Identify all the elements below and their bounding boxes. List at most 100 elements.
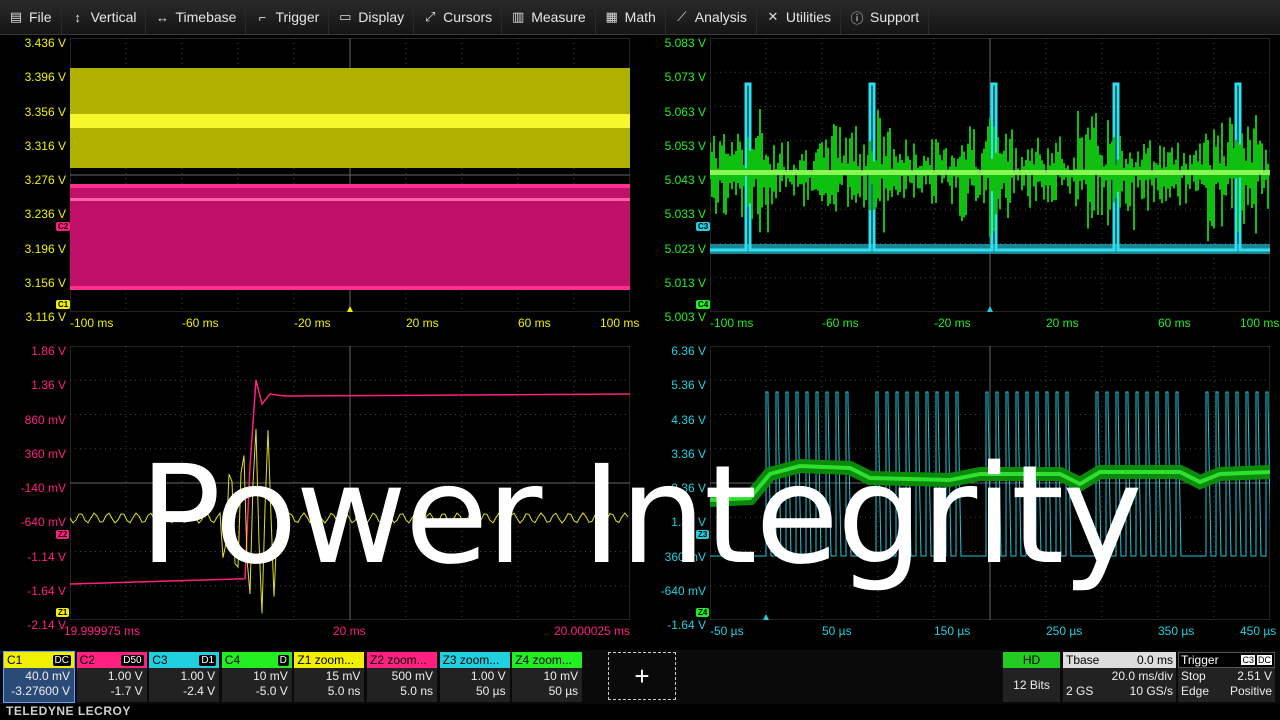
channel-descriptor-5[interactable]: Z1 zoom... 15 mV 5.0 ns bbox=[294, 652, 365, 702]
channel-offset-marker[interactable]: Z1 bbox=[56, 608, 70, 617]
y-axis-label: 5.083 V bbox=[664, 36, 706, 50]
hd-value: 12 Bits bbox=[1003, 668, 1060, 702]
channel-offset-marker[interactable]: Z2 bbox=[56, 530, 70, 539]
channel-descriptor-2[interactable]: C2 D50 1.00 V -1.7 V bbox=[76, 652, 147, 702]
y-axis-label: -1.64 V bbox=[27, 583, 66, 598]
menu-measure[interactable]: ▥ Measure bbox=[502, 0, 596, 34]
analysis-icon: ⟋ bbox=[677, 9, 687, 24]
y-axis-label: -640 mV bbox=[20, 515, 66, 530]
channel-offset-marker[interactable]: Z3 bbox=[696, 530, 710, 539]
x-axis-label: 150 µs bbox=[934, 624, 971, 638]
menu-label: Cursors bbox=[443, 9, 493, 25]
menu-display[interactable]: ▭ Display bbox=[329, 0, 415, 34]
hd-resolution-box[interactable]: HD 12 Bits bbox=[1003, 652, 1060, 702]
channel-scale: 10 mV bbox=[253, 669, 288, 683]
x-axis-label: -60 ms bbox=[822, 316, 859, 330]
menu-bar: ▤ File ↕ Vertical ↔ Timebase ⌐ Trigger ▭ Display ⤢… bbox=[0, 0, 1280, 35]
channel-descriptor-4[interactable]: C4 D 10 mV -5.0 V bbox=[221, 652, 292, 702]
channel-descriptor-1[interactable]: C1 DC 40.0 mV -3.27600 V bbox=[3, 651, 75, 703]
x-axis-label: 100 ms bbox=[1240, 316, 1280, 330]
c2-trace-edge bbox=[70, 184, 630, 188]
menu-timebase[interactable]: ↔ Timebase bbox=[146, 0, 247, 34]
y-axis-label: 5.36 V bbox=[671, 378, 706, 393]
y-axis-label: 2.36 V bbox=[671, 481, 706, 495]
menu-vertical[interactable]: ↕ Vertical bbox=[62, 0, 147, 34]
trigger-type: Edge bbox=[1181, 684, 1210, 698]
x-axis-label: 20.000025 ms bbox=[554, 624, 631, 638]
timebase-label: Tbase bbox=[1066, 653, 1100, 667]
x-axis-label: 50 µs bbox=[822, 624, 852, 638]
math-icon: ▦ bbox=[605, 9, 618, 24]
menu-label: Support bbox=[870, 9, 920, 25]
menu-label: Utilities bbox=[785, 9, 832, 25]
menu-trigger[interactable]: ⌐ Trigger bbox=[246, 0, 330, 34]
y-axis-label: 5.023 V bbox=[664, 241, 706, 256]
vertical-arrows-icon: ↕ bbox=[74, 9, 81, 25]
channel-offset: -3.27600 V bbox=[11, 684, 70, 698]
measure-icon: ▥ bbox=[512, 9, 525, 24]
y-axis-label: 3.316 V bbox=[24, 138, 66, 153]
trigger-box[interactable]: Trigger C3 DC Stop 2.51 V Edge Positive bbox=[1178, 652, 1275, 702]
menu-label: Display bbox=[358, 9, 405, 25]
menu-utilities[interactable]: ✕ Utilities bbox=[757, 0, 842, 34]
x-axis-label: -100 ms bbox=[70, 316, 114, 330]
channel-descriptor-7[interactable]: Z3 zoom... 1.00 V 50 µs bbox=[439, 652, 510, 702]
menu-support[interactable]: ⓘ Support bbox=[841, 0, 930, 34]
menu-file[interactable]: ▤ File bbox=[0, 0, 62, 34]
y-axis-label: 1.36 V bbox=[671, 515, 706, 530]
y-axis-label: 3.116 V bbox=[25, 310, 66, 324]
menu-label: Analysis bbox=[694, 9, 747, 25]
channel-offset: 50 µs bbox=[548, 684, 579, 698]
y-axis-label: 6.36 V bbox=[671, 344, 706, 358]
brand-logo: TELEDYNE LECROY bbox=[6, 704, 131, 718]
channel-name: C3 bbox=[152, 653, 168, 667]
channel-descriptor-3[interactable]: C3 D1 1.00 V -2.4 V bbox=[149, 652, 220, 702]
grid-top-right[interactable] bbox=[710, 38, 1270, 312]
y-axis-label: 5.043 V bbox=[664, 173, 706, 187]
timebase-rate: 20.0 ms/div bbox=[1111, 669, 1173, 683]
add-channel-button[interactable]: + bbox=[608, 652, 676, 700]
x-axis-label: 20 ms bbox=[1046, 316, 1079, 330]
channel-offset-marker[interactable]: C1 bbox=[56, 300, 71, 309]
channel-scale: 10 mV bbox=[543, 669, 579, 683]
y-axis-label: 1.36 V bbox=[31, 378, 66, 393]
grid-bottom-right[interactable] bbox=[710, 346, 1270, 620]
channel-scale: 1.00 V bbox=[470, 669, 506, 683]
y-axis-label: 5.003 V bbox=[664, 310, 706, 324]
x-axis-label: 350 µs bbox=[1158, 624, 1195, 638]
channel-scale: 1.00 V bbox=[180, 669, 216, 683]
channel-scale: 15 mV bbox=[325, 669, 361, 683]
menu-cursors[interactable]: ⤢ Cursors bbox=[414, 0, 503, 34]
channel-offset: -1.7 V bbox=[110, 684, 143, 698]
channel-offset-marker[interactable]: Z4 bbox=[696, 608, 710, 617]
x-axis-label: 60 ms bbox=[1158, 316, 1191, 330]
channel-scale: 40.0 mV bbox=[25, 669, 70, 683]
y-axis-label: 3.36 V bbox=[671, 446, 706, 461]
y-axis-label: 5.033 V bbox=[664, 207, 706, 222]
grid-bottom-left[interactable] bbox=[70, 346, 630, 620]
timebase-box[interactable]: Tbase 0.0 ms 20.0 ms/div 2 GS 10 GS/s bbox=[1063, 652, 1176, 702]
menu-math[interactable]: ▦ Math bbox=[596, 0, 666, 34]
channel-name: C4 bbox=[224, 653, 241, 667]
menu-analysis[interactable]: ⟋ Analysis bbox=[666, 0, 757, 34]
channel-offset: 50 µs bbox=[475, 684, 506, 698]
x-axis-label: 20 ms bbox=[333, 624, 366, 638]
grid-top-left[interactable] bbox=[70, 38, 630, 312]
channel-descriptor-8[interactable]: Z4 zoom... 10 mV 50 µs bbox=[512, 652, 583, 702]
x-axis-label: 19.999975 ms bbox=[64, 624, 141, 638]
channel-offset-marker[interactable]: C3 bbox=[696, 222, 711, 231]
channel-descriptor-6[interactable]: Z2 zoom... 500 mV 5.0 ns bbox=[367, 652, 437, 702]
channel-coupling-tag: D bbox=[277, 654, 289, 666]
channel-offset-marker[interactable]: C4 bbox=[696, 300, 711, 309]
waveform-bottom-right bbox=[710, 346, 1270, 620]
horizontal-arrows-icon: ↔ bbox=[155, 9, 169, 25]
x-axis-label: 100 ms bbox=[600, 316, 640, 330]
c1-trace-core bbox=[70, 114, 630, 128]
channel-name: C2 bbox=[79, 653, 95, 667]
y-axis-label: 1.86 V bbox=[31, 344, 66, 358]
trigger-coupling-tag: DC bbox=[1257, 655, 1272, 665]
trigger-mode: Stop bbox=[1181, 669, 1206, 683]
channel-offset-marker[interactable]: C2 bbox=[56, 222, 71, 231]
utilities-icon: ✕ bbox=[767, 9, 779, 24]
y-axis-label: -140 mV bbox=[20, 481, 66, 495]
